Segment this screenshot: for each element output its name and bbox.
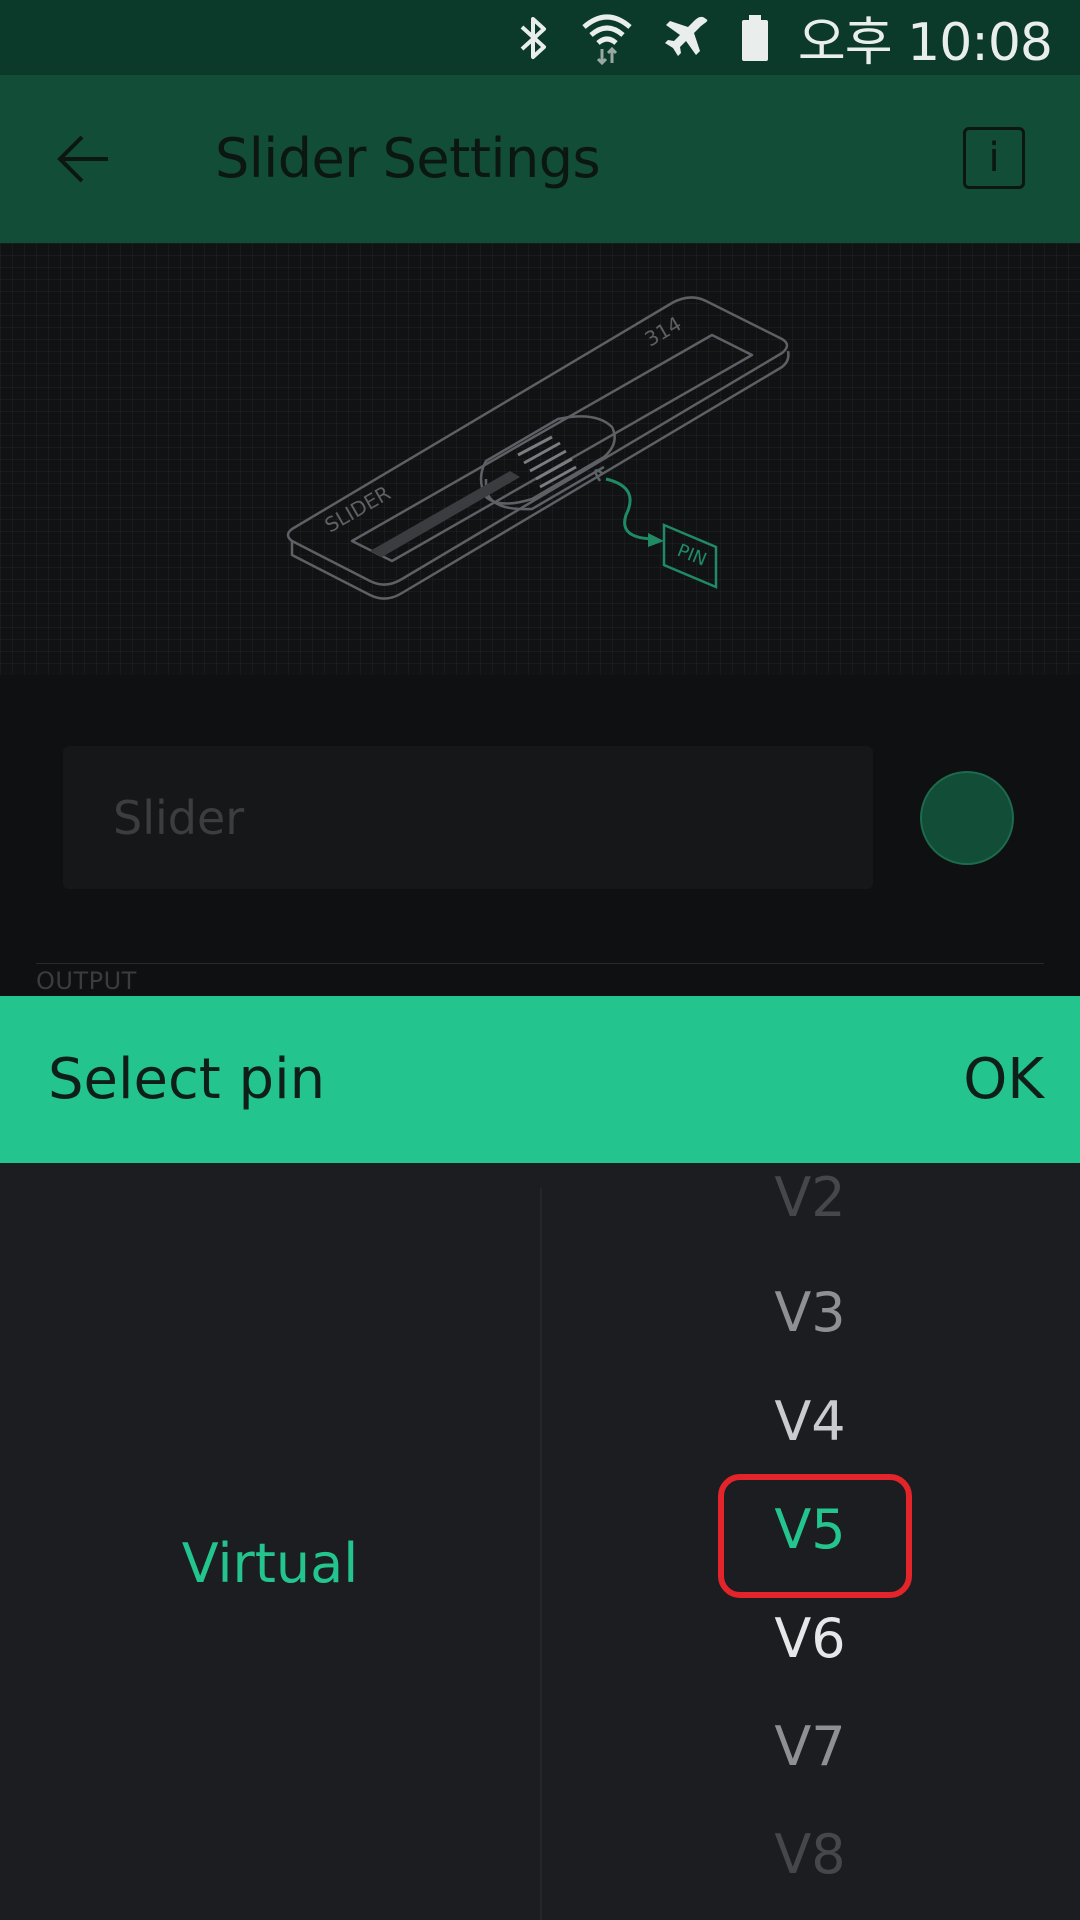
- pin-number-wheel[interactable]: V2 V3 V4 V5 V6 V7 V8: [540, 1163, 1080, 1920]
- pin-option-label: V5: [774, 1497, 846, 1561]
- select-pin-dialog-header: Select pin OK: [0, 996, 1080, 1163]
- pin-option[interactable]: V4: [540, 1367, 1080, 1475]
- battery-icon: [740, 13, 770, 63]
- output-section-label: OUTPUT: [36, 967, 137, 995]
- back-arrow-icon: [57, 135, 108, 183]
- info-icon: i: [988, 135, 1000, 181]
- wifi-icon: [580, 11, 634, 65]
- airplane-mode-icon: [662, 13, 712, 63]
- ok-button[interactable]: OK: [963, 996, 1044, 1163]
- pin-option-selected[interactable]: V5: [540, 1475, 1080, 1583]
- divider: [36, 963, 1044, 964]
- widget-name-input[interactable]: [111, 789, 873, 846]
- pin-option-label: V7: [774, 1714, 846, 1778]
- app-bar: Slider Settings i: [0, 75, 1080, 243]
- dialog-title: Select pin: [48, 1047, 326, 1112]
- pin-option[interactable]: V3: [540, 1258, 1080, 1366]
- pin-option[interactable]: V7: [540, 1692, 1080, 1800]
- pin-option[interactable]: V6: [540, 1584, 1080, 1692]
- back-button[interactable]: [50, 127, 120, 191]
- pin-type-selected[interactable]: Virtual: [0, 1503, 540, 1623]
- page-title: Slider Settings: [215, 127, 601, 190]
- pin-option-label: V4: [774, 1389, 846, 1453]
- color-picker-button[interactable]: [920, 771, 1014, 865]
- pin-option-label: V6: [774, 1606, 846, 1670]
- pin-option-label: V3: [774, 1280, 846, 1344]
- widget-name-field[interactable]: [63, 746, 873, 889]
- pin-option[interactable]: V8: [540, 1800, 1080, 1908]
- info-button[interactable]: i: [963, 127, 1025, 189]
- status-icons: 오후 10:08: [516, 0, 1053, 75]
- pin-type-wheel[interactable]: Virtual: [0, 1163, 540, 1920]
- pin-picker: Virtual V2 V3 V4 V5 V6 V7 V8: [0, 1163, 1080, 1920]
- pin-option-label: V2: [774, 1165, 846, 1229]
- pin-option[interactable]: V2: [540, 1143, 1080, 1251]
- slider-device-illustration: PIN SLIDER 314: [286, 296, 790, 600]
- pin-option-label: V8: [774, 1822, 846, 1886]
- pin-tag-label: PIN: [674, 540, 709, 571]
- bluetooth-icon: [516, 13, 552, 63]
- status-bar: 오후 10:08: [0, 0, 1080, 75]
- status-time: 오후 10:08: [797, 13, 1053, 73]
- slider-illustration: PIN SLIDER 314: [0, 243, 1080, 675]
